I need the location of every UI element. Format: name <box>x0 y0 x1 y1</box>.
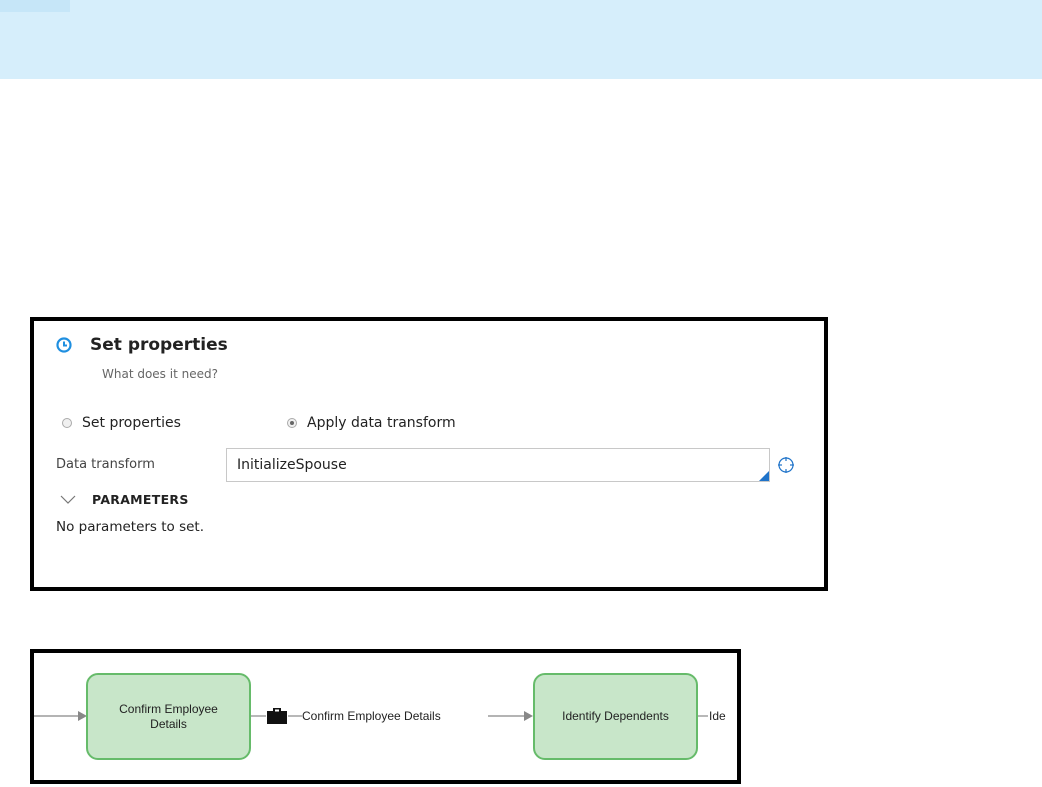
panel-header: Set properties <box>56 335 228 355</box>
crosshair-icon[interactable] <box>777 456 795 474</box>
parameters-label: PARAMETERS <box>92 492 189 507</box>
top-banner <box>0 0 1042 79</box>
radio-apply-data-transform[interactable]: Apply data transform <box>287 415 456 431</box>
radio-button[interactable] <box>62 418 72 428</box>
step-label: Identify Dependents <box>562 709 669 723</box>
set-properties-panel: Set properties What does it need? Set pr… <box>30 317 828 591</box>
flow-step-confirm-employee-details[interactable]: Confirm Employee Details <box>86 673 251 760</box>
connector-label-truncated[interactable]: Ide <box>709 709 726 723</box>
chevron-down-icon <box>60 495 76 504</box>
clock-icon <box>56 337 72 353</box>
parameters-toggle[interactable]: PARAMETERS <box>60 492 189 507</box>
banner-corner <box>0 0 70 12</box>
radio-button-selected[interactable] <box>287 418 297 428</box>
radio-label: Apply data transform <box>307 415 456 431</box>
panel-title: Set properties <box>90 335 228 355</box>
radio-label: Set properties <box>82 415 181 431</box>
data-transform-value: InitializeSpouse <box>237 457 347 473</box>
data-transform-label: Data transform <box>56 457 155 472</box>
step-label: Confirm Employee Details <box>119 701 218 731</box>
no-parameters-text: No parameters to set. <box>56 519 205 535</box>
flow-step-identify-dependents[interactable]: Identify Dependents <box>533 673 698 760</box>
panel-subtitle: What does it need? <box>102 367 218 381</box>
flow-diagram-panel: Confirm Employee Details Confirm Employe… <box>30 649 741 784</box>
autocomplete-indicator <box>759 471 769 481</box>
connector-label[interactable]: Confirm Employee Details <box>302 709 441 723</box>
clipboard-icon <box>267 708 287 724</box>
radio-set-properties[interactable]: Set properties <box>62 415 181 431</box>
data-transform-input[interactable]: InitializeSpouse <box>226 448 770 482</box>
